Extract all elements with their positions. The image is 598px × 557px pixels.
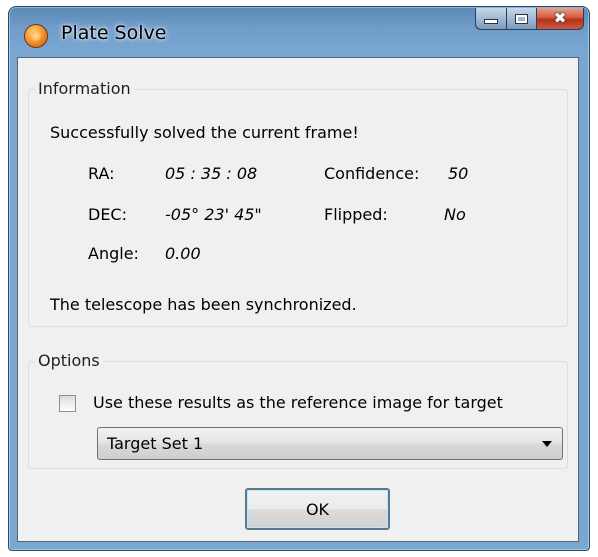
dec-label: DEC: [88, 205, 127, 224]
maximize-icon [516, 14, 527, 23]
confidence-label: Confidence: [324, 164, 420, 183]
ra-label: RA: [88, 164, 115, 183]
ok-button[interactable]: OK [245, 488, 390, 530]
chevron-down-icon [542, 441, 552, 447]
maximize-button[interactable] [507, 8, 537, 30]
target-set-dropdown[interactable]: Target Set 1 [97, 427, 563, 460]
reference-image-checkbox-label[interactable]: Use these results as the reference image… [93, 393, 503, 412]
window-title: Plate Solve [61, 22, 167, 44]
angle-value: 0.00 [165, 244, 201, 263]
plate-solve-window: Plate Solve ✖ Information Successfully s… [8, 6, 590, 551]
title-bar[interactable]: Plate Solve ✖ [9, 7, 589, 57]
solve-status-text: Successfully solved the current frame! [50, 123, 359, 142]
flipped-label: Flipped: [324, 205, 388, 224]
flipped-value: No [444, 205, 466, 224]
ra-value: 05 : 35 : 08 [165, 164, 258, 183]
information-legend: Information [35, 79, 134, 98]
sync-message: The telescope has been synchronized. [50, 295, 357, 314]
confidence-value: 50 [448, 164, 469, 183]
target-set-selected: Target Set 1 [107, 434, 204, 453]
minimize-icon [484, 19, 498, 24]
app-orb-icon [25, 25, 47, 47]
close-icon: ✖ [553, 9, 567, 27]
options-legend: Options [35, 351, 103, 370]
minimize-button[interactable] [475, 8, 507, 30]
caption-buttons: ✖ [475, 8, 584, 30]
dialog-client-area: Information Successfully solved the curr… [17, 57, 579, 542]
angle-label: Angle: [88, 244, 139, 263]
dec-value: -05° 23' 45" [165, 205, 262, 224]
reference-image-checkbox[interactable] [59, 395, 76, 412]
close-button[interactable]: ✖ [537, 8, 584, 30]
